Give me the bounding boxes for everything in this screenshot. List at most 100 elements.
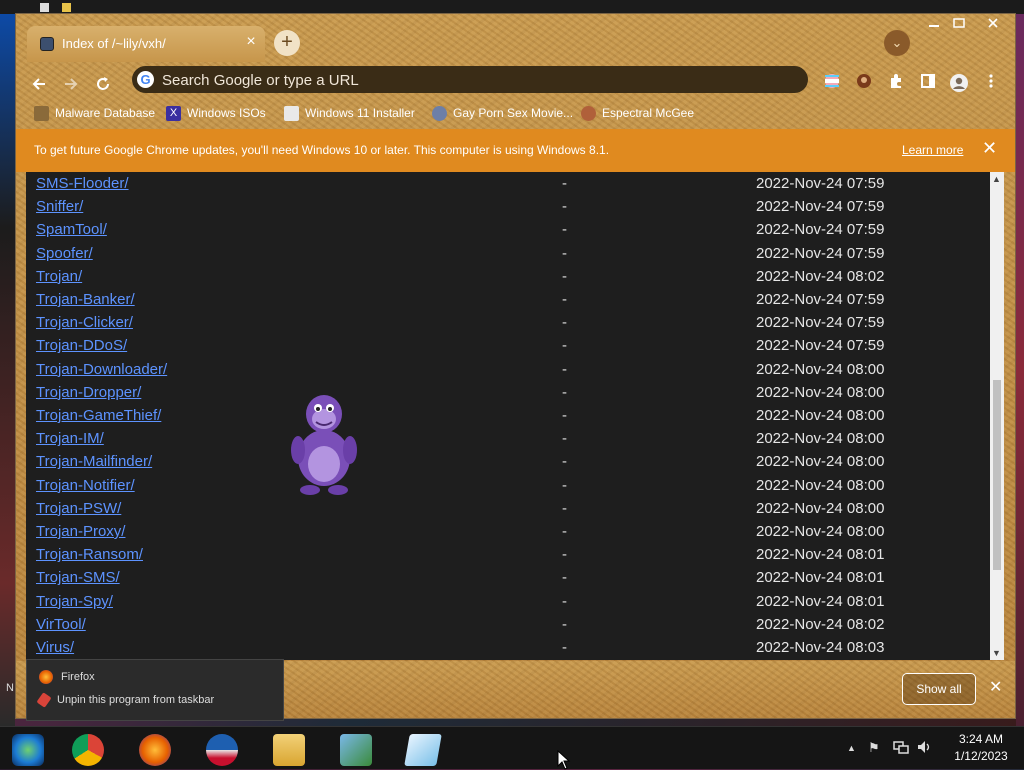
directory-link[interactable]: Trojan-Downloader/: [36, 361, 167, 378]
directory-link[interactable]: Sniffer/: [36, 198, 83, 215]
taskbar-chrome[interactable]: [60, 730, 116, 768]
size-cell: -: [562, 198, 567, 216]
date-cell: 2022-Nov-24 07:59: [756, 175, 885, 192]
directory-link[interactable]: Trojan-Dropper/: [36, 384, 141, 401]
desktop-folder-icon[interactable]: [62, 3, 71, 12]
date-cell: 2022-Nov-24 08:00: [756, 430, 885, 448]
date-cell: 2022-Nov-24 08:00: [756, 407, 885, 424]
restore-icon: [953, 18, 965, 28]
forward-button[interactable]: [58, 73, 84, 99]
size-cell: -: [562, 383, 567, 401]
close-window-button[interactable]: [978, 16, 1008, 34]
start-button[interactable]: [0, 730, 56, 768]
new-tab-button[interactable]: +: [274, 30, 300, 56]
avatar-icon: [857, 74, 871, 88]
directory-link[interactable]: Trojan-PSW/: [36, 500, 121, 517]
download-bar-close-icon[interactable]: ✕: [989, 677, 1002, 697]
jumplist-open-firefox[interactable]: Firefox: [39, 668, 95, 686]
date-cell: 2022-Nov-24 08:02: [756, 267, 885, 285]
arrow-left-icon: [32, 78, 45, 90]
directory-link[interactable]: Trojan-Clicker/: [36, 314, 133, 331]
chrome-menu-button[interactable]: [980, 73, 1002, 95]
scroll-down-icon[interactable]: ▼: [992, 648, 1001, 658]
directory-link[interactable]: SMS-Flooder/: [36, 175, 129, 192]
network-tray-icon[interactable]: [893, 740, 909, 757]
directory-link[interactable]: Trojan-Notifier/: [36, 477, 135, 494]
directory-link[interactable]: Trojan-SMS/: [36, 569, 120, 586]
pride-extension-icon[interactable]: [821, 73, 843, 95]
tab-active[interactable]: Index of /~lily/vxh/ ×: [27, 26, 265, 62]
extensions-button[interactable]: [885, 73, 907, 95]
x-logo-icon: X: [166, 106, 181, 122]
directory-link[interactable]: Trojan-Ransom/: [36, 546, 143, 563]
directory-link[interactable]: Trojan-Proxy/: [36, 523, 125, 540]
listing-row: Sniffer/ - 2022-Nov-24 07:59: [26, 198, 990, 221]
directory-link[interactable]: Spoofer/: [36, 245, 93, 262]
date-cell: 2022-Nov-24 07:59: [756, 291, 885, 308]
directory-link[interactable]: Trojan-Banker/: [36, 291, 135, 308]
directory-link[interactable]: Trojan-Mailfinder/: [36, 453, 152, 470]
listing-row: Spoofer/ - 2022-Nov-24 07:59: [26, 245, 990, 268]
puzzle-icon: [891, 74, 901, 88]
speaker-icon: [918, 741, 930, 753]
back-button[interactable]: [26, 73, 52, 99]
taskbar-network-app[interactable]: [328, 730, 384, 768]
size-cell: -: [562, 175, 567, 192]
omnibox-input[interactable]: [160, 69, 764, 91]
show-hidden-icons-chevron-icon[interactable]: ▲: [847, 743, 856, 753]
bookmark-malware-database[interactable]: Malware Database: [34, 104, 155, 122]
volume-icon[interactable]: [917, 740, 933, 757]
directory-link[interactable]: Trojan-DDoS/: [36, 337, 127, 354]
campaign-logo-icon: [206, 734, 238, 766]
taskbar-app-obama[interactable]: [194, 730, 250, 768]
directory-link[interactable]: Trojan-Spy/: [36, 593, 113, 610]
taskbar-clock[interactable]: 3:24 AM 1/12/2023: [946, 731, 1016, 765]
listing-row: SpamTool/ - 2022-Nov-24 07:59: [26, 221, 990, 244]
action-center-flag-icon[interactable]: ⚑: [868, 740, 880, 756]
start-orb-icon: [12, 734, 44, 766]
tab-close-icon[interactable]: ×: [241, 33, 261, 51]
directory-link[interactable]: SpamTool/: [36, 221, 107, 238]
desktop-icon[interactable]: [40, 3, 49, 12]
taskbar-file-explorer[interactable]: [261, 730, 317, 768]
tab-search-chevron-icon[interactable]: ⌄: [884, 30, 910, 56]
jumplist-unpin[interactable]: Unpin this program from taskbar: [36, 691, 214, 709]
listing-row: Trojan-Clicker/ - 2022-Nov-24 07:59: [26, 314, 990, 337]
purple-gorilla-assistant[interactable]: [284, 388, 364, 498]
omnibox[interactable]: G: [132, 66, 808, 93]
profile-extension-icon[interactable]: [853, 73, 875, 95]
bookmark-windows-isos[interactable]: X Windows ISOs: [166, 104, 266, 122]
side-panel-button[interactable]: [917, 73, 939, 95]
size-cell: -: [562, 476, 567, 494]
directory-link[interactable]: Trojan-IM/: [36, 430, 104, 447]
directory-link[interactable]: Trojan-GameThief/: [36, 407, 161, 424]
bookmark-espectral-mcgee[interactable]: Espectral McGee: [581, 104, 694, 122]
directory-listing: SMS-Flooder/ - 2022-Nov-24 07:59 Sniffer/ - 2…: [26, 172, 990, 660]
listing-row: Trojan-Dropper/ - 2022-Nov-24 08:00: [26, 384, 990, 407]
directory-link[interactable]: Virus/: [36, 639, 74, 656]
scrollbar-thumb[interactable]: [993, 380, 1001, 570]
bookmark-movie[interactable]: Gay Porn Sex Movie...: [432, 104, 573, 122]
date-cell: 2022-Nov-24 07:59: [756, 314, 885, 332]
pin-icon: [36, 692, 52, 708]
maximize-button[interactable]: [946, 16, 972, 34]
bookmark-icon: [34, 106, 49, 122]
show-all-button[interactable]: Show all: [902, 673, 976, 705]
bookmark-windows-11-installer[interactable]: Windows 11 Installer: [284, 104, 415, 122]
learn-more-link[interactable]: Learn more: [902, 143, 963, 157]
size-cell: -: [562, 499, 567, 517]
minimize-button[interactable]: [921, 16, 947, 34]
scrollbar[interactable]: ▲ ▼: [990, 172, 1004, 660]
bookmarks-bar: Malware Database X Windows ISOs Windows 1…: [16, 98, 1015, 128]
taskbar-notepad[interactable]: [395, 730, 451, 768]
reload-button[interactable]: [90, 73, 116, 99]
profile-icon: [950, 74, 968, 92]
size-cell: -: [562, 291, 567, 308]
taskbar-firefox[interactable]: [127, 730, 183, 768]
directory-link[interactable]: Trojan/: [36, 268, 82, 285]
tab-title: Index of /~lily/vxh/: [62, 36, 166, 51]
scroll-up-icon[interactable]: ▲: [992, 174, 1001, 184]
directory-link[interactable]: VirTool/: [36, 616, 86, 633]
infobar-close-icon[interactable]: ✕: [982, 138, 997, 159]
profile-button[interactable]: [948, 73, 970, 95]
